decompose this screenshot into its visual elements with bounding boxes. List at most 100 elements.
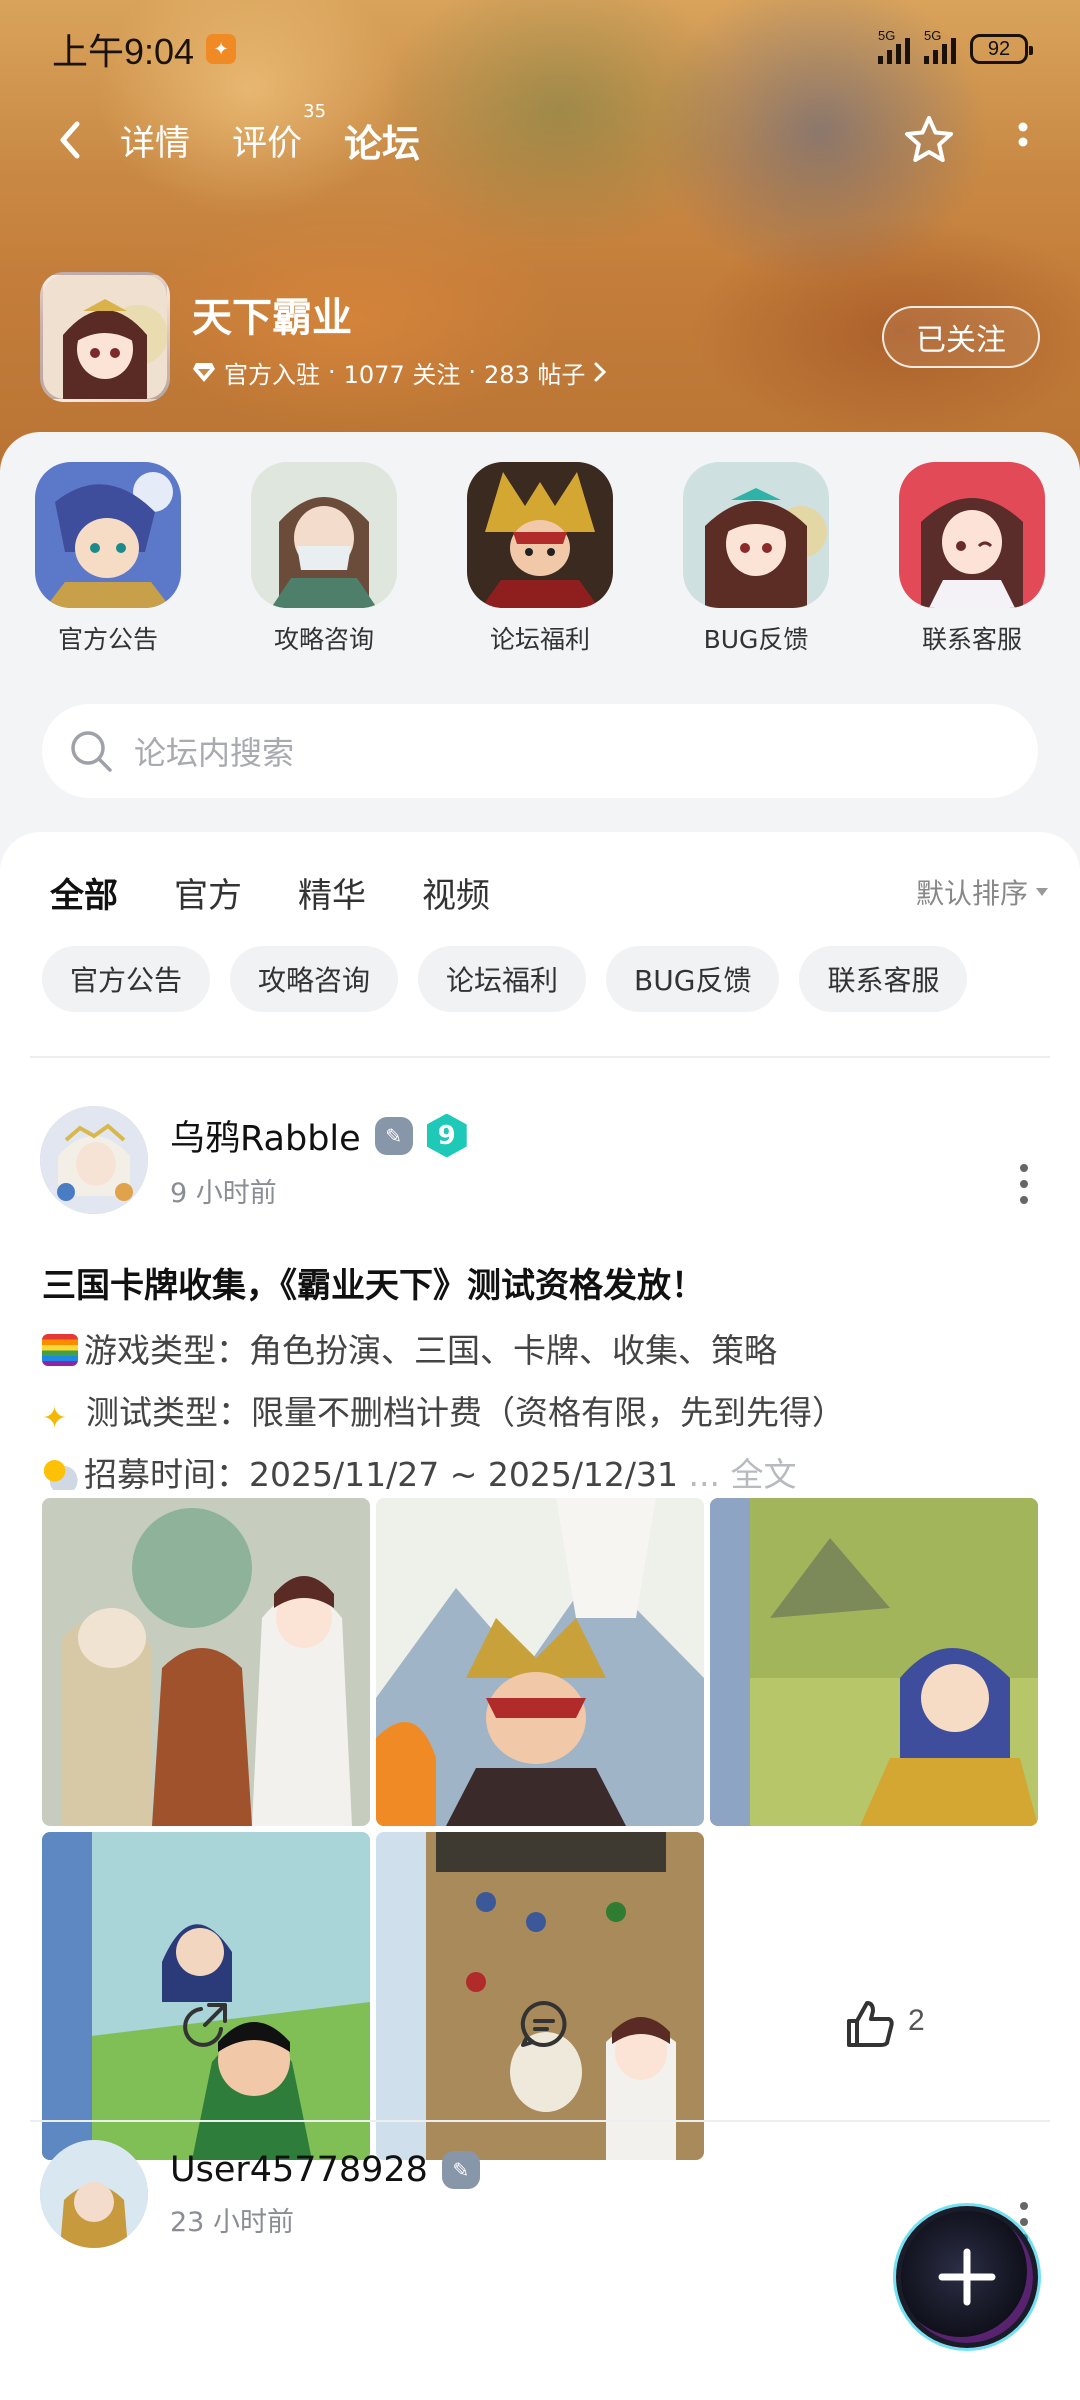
battery-icon: 92 <box>970 34 1033 64</box>
chip-welfare[interactable]: 论坛福利 <box>418 946 587 1012</box>
game-title: 天下霸业 <box>192 294 352 341</box>
share-icon <box>183 2003 227 2047</box>
post-line: 游戏类型：角色扮演、三国、卡牌、收集、策略 <box>42 1324 777 1372</box>
battery-level: 92 <box>987 37 1011 60</box>
search-input[interactable]: 论坛内搜索 <box>42 704 1038 798</box>
avatar-art <box>40 2140 148 2248</box>
read-more-link[interactable]: ... 全文 <box>678 1455 797 1494</box>
post-image[interactable] <box>710 1498 1038 1826</box>
chip-bug[interactable]: BUG反馈 <box>606 946 780 1012</box>
post-line: ✦ 测试类型：限量不删档计费（资格有限，先到先得） <box>42 1386 845 1436</box>
signal-icon: 5G <box>878 28 910 64</box>
comment-button[interactable] <box>504 1984 584 2064</box>
post-count: 283 帖子 <box>484 360 586 389</box>
post-image-art <box>710 1498 1038 1826</box>
share-button[interactable] <box>166 1984 246 2064</box>
sun-cloud-icon <box>42 1458 78 1490</box>
forum-sheet: 官方公告 攻略咨询 论坛福利 BUG反馈 联系客服 论坛内搜索 全部 官方 精华… <box>0 432 1080 2400</box>
chip-support[interactable]: 联系客服 <box>799 946 968 1012</box>
network-type-label-2: 5G <box>924 28 942 43</box>
meta-separator: · <box>328 358 336 386</box>
official-label: 官方入驻 <box>224 360 320 389</box>
game-avatar-art <box>43 275 167 399</box>
user-badge-icon: ✎ <box>374 1116 413 1155</box>
post-image[interactable] <box>42 1498 370 1826</box>
post-image-art <box>376 1498 704 1826</box>
tab-video[interactable]: 视频 <box>422 868 490 917</box>
post-image-art <box>42 1498 370 1826</box>
post-line-text: 招募时间：2025/11/27 ~ 2025/12/31 <box>84 1455 679 1494</box>
filter-chips: 官方公告 攻略咨询 论坛福利 BUG反馈 联系客服 <box>42 946 968 1012</box>
like-button[interactable] <box>830 1984 910 2064</box>
favorite-star-icon[interactable] <box>902 113 956 167</box>
sparkles-icon: ✦ <box>42 1401 68 1436</box>
meta-separator: · <box>468 358 476 386</box>
network-type-label: 5G <box>878 28 896 43</box>
category-art <box>467 462 613 608</box>
tab-featured[interactable]: 精华 <box>298 868 366 917</box>
tab-forum[interactable]: 论坛 <box>344 113 421 168</box>
post-time: 23 小时前 <box>170 2206 294 2238</box>
follow-count: 1077 关注 <box>343 360 461 389</box>
comment-icon <box>520 2000 567 2047</box>
category-art <box>683 462 829 608</box>
search-icon <box>71 731 112 772</box>
followed-button[interactable]: 已关注 <box>882 306 1040 368</box>
post-image[interactable] <box>376 1498 704 1826</box>
category-support[interactable]: 联系客服 <box>864 462 1080 656</box>
tab-details-label: 详情 <box>120 123 191 164</box>
chevron-right-icon <box>594 362 607 382</box>
post-author[interactable]: 乌鸦Rabble ✎ 9 9 小时前 <box>40 1106 467 1214</box>
category-label: 联系客服 <box>921 625 1022 654</box>
avatar-art <box>40 1106 148 1214</box>
post-actions: 2 <box>0 1984 1080 2064</box>
post-line-text: 测试类型：限量不删档计费（资格有限，先到先得） <box>86 1393 845 1432</box>
tab-reviews[interactable]: 评价 35 <box>232 101 326 166</box>
notification-app-icon: ✦ <box>206 34 237 64</box>
sort-dropdown[interactable]: 默认排序 <box>916 872 1050 912</box>
level-badge: 9 <box>426 1113 467 1158</box>
chip-announcement[interactable]: 官方公告 <box>42 946 211 1012</box>
category-image <box>251 462 397 608</box>
new-post-button[interactable] <box>896 2206 1038 2348</box>
game-header: 天下霸业 官方入驻 · 1077 关注 · 283 帖子 已关注 <box>40 272 1040 402</box>
post-line-text: 游戏类型：角色扮演、三国、卡牌、收集、策略 <box>84 1331 777 1370</box>
category-strategy[interactable]: 攻略咨询 <box>216 462 432 656</box>
feed-tabs: 全部 官方 精华 视频 默认排序 <box>50 862 1050 922</box>
tab-official[interactable]: 官方 <box>174 868 242 917</box>
category-image <box>35 462 181 608</box>
tab-details[interactable]: 详情 <box>120 115 190 166</box>
author-name[interactable]: 乌鸦Rabble <box>170 1110 361 1161</box>
post-time: 9 小时前 <box>170 1178 277 1209</box>
category-bug[interactable]: BUG反馈 <box>648 462 864 656</box>
category-welfare[interactable]: 论坛福利 <box>432 462 648 656</box>
post-author[interactable]: User45778928 ✎ 23 小时前 <box>40 2140 480 2248</box>
category-image <box>683 462 829 608</box>
category-announcement[interactable]: 官方公告 <box>0 462 216 656</box>
avatar[interactable] <box>40 1106 148 1214</box>
game-avatar[interactable] <box>40 272 170 402</box>
back-button[interactable] <box>50 115 90 165</box>
more-vertical-icon[interactable] <box>1016 120 1030 160</box>
category-art <box>35 462 181 608</box>
post-more-icon[interactable] <box>1020 1164 1030 1204</box>
user-badge-icon: ✎ <box>441 2150 480 2189</box>
category-art <box>899 462 1045 608</box>
thumbs-up-icon <box>847 2001 894 2047</box>
chip-strategy[interactable]: 攻略咨询 <box>230 946 399 1012</box>
avatar[interactable] <box>40 2140 148 2248</box>
category-art <box>251 462 397 608</box>
category-image <box>899 462 1045 608</box>
category-label: 官方公告 <box>57 625 158 654</box>
author-name[interactable]: User45778928 <box>170 2150 428 2190</box>
tab-forum-label: 论坛 <box>344 121 421 166</box>
category-label: BUG反馈 <box>703 625 809 654</box>
category-row: 官方公告 攻略咨询 论坛福利 BUG反馈 联系客服 <box>0 462 1080 656</box>
game-meta[interactable]: 官方入驻 · 1077 关注 · 283 帖子 <box>192 355 607 390</box>
tab-all[interactable]: 全部 <box>50 868 118 921</box>
diamond-icon <box>193 363 215 382</box>
search-placeholder: 论坛内搜索 <box>134 734 295 772</box>
divider <box>30 1056 1050 1058</box>
post-title: 三国卡牌收集，《霸业天下》测试资格发放！ <box>42 1266 705 1306</box>
category-label: 论坛福利 <box>489 625 590 654</box>
